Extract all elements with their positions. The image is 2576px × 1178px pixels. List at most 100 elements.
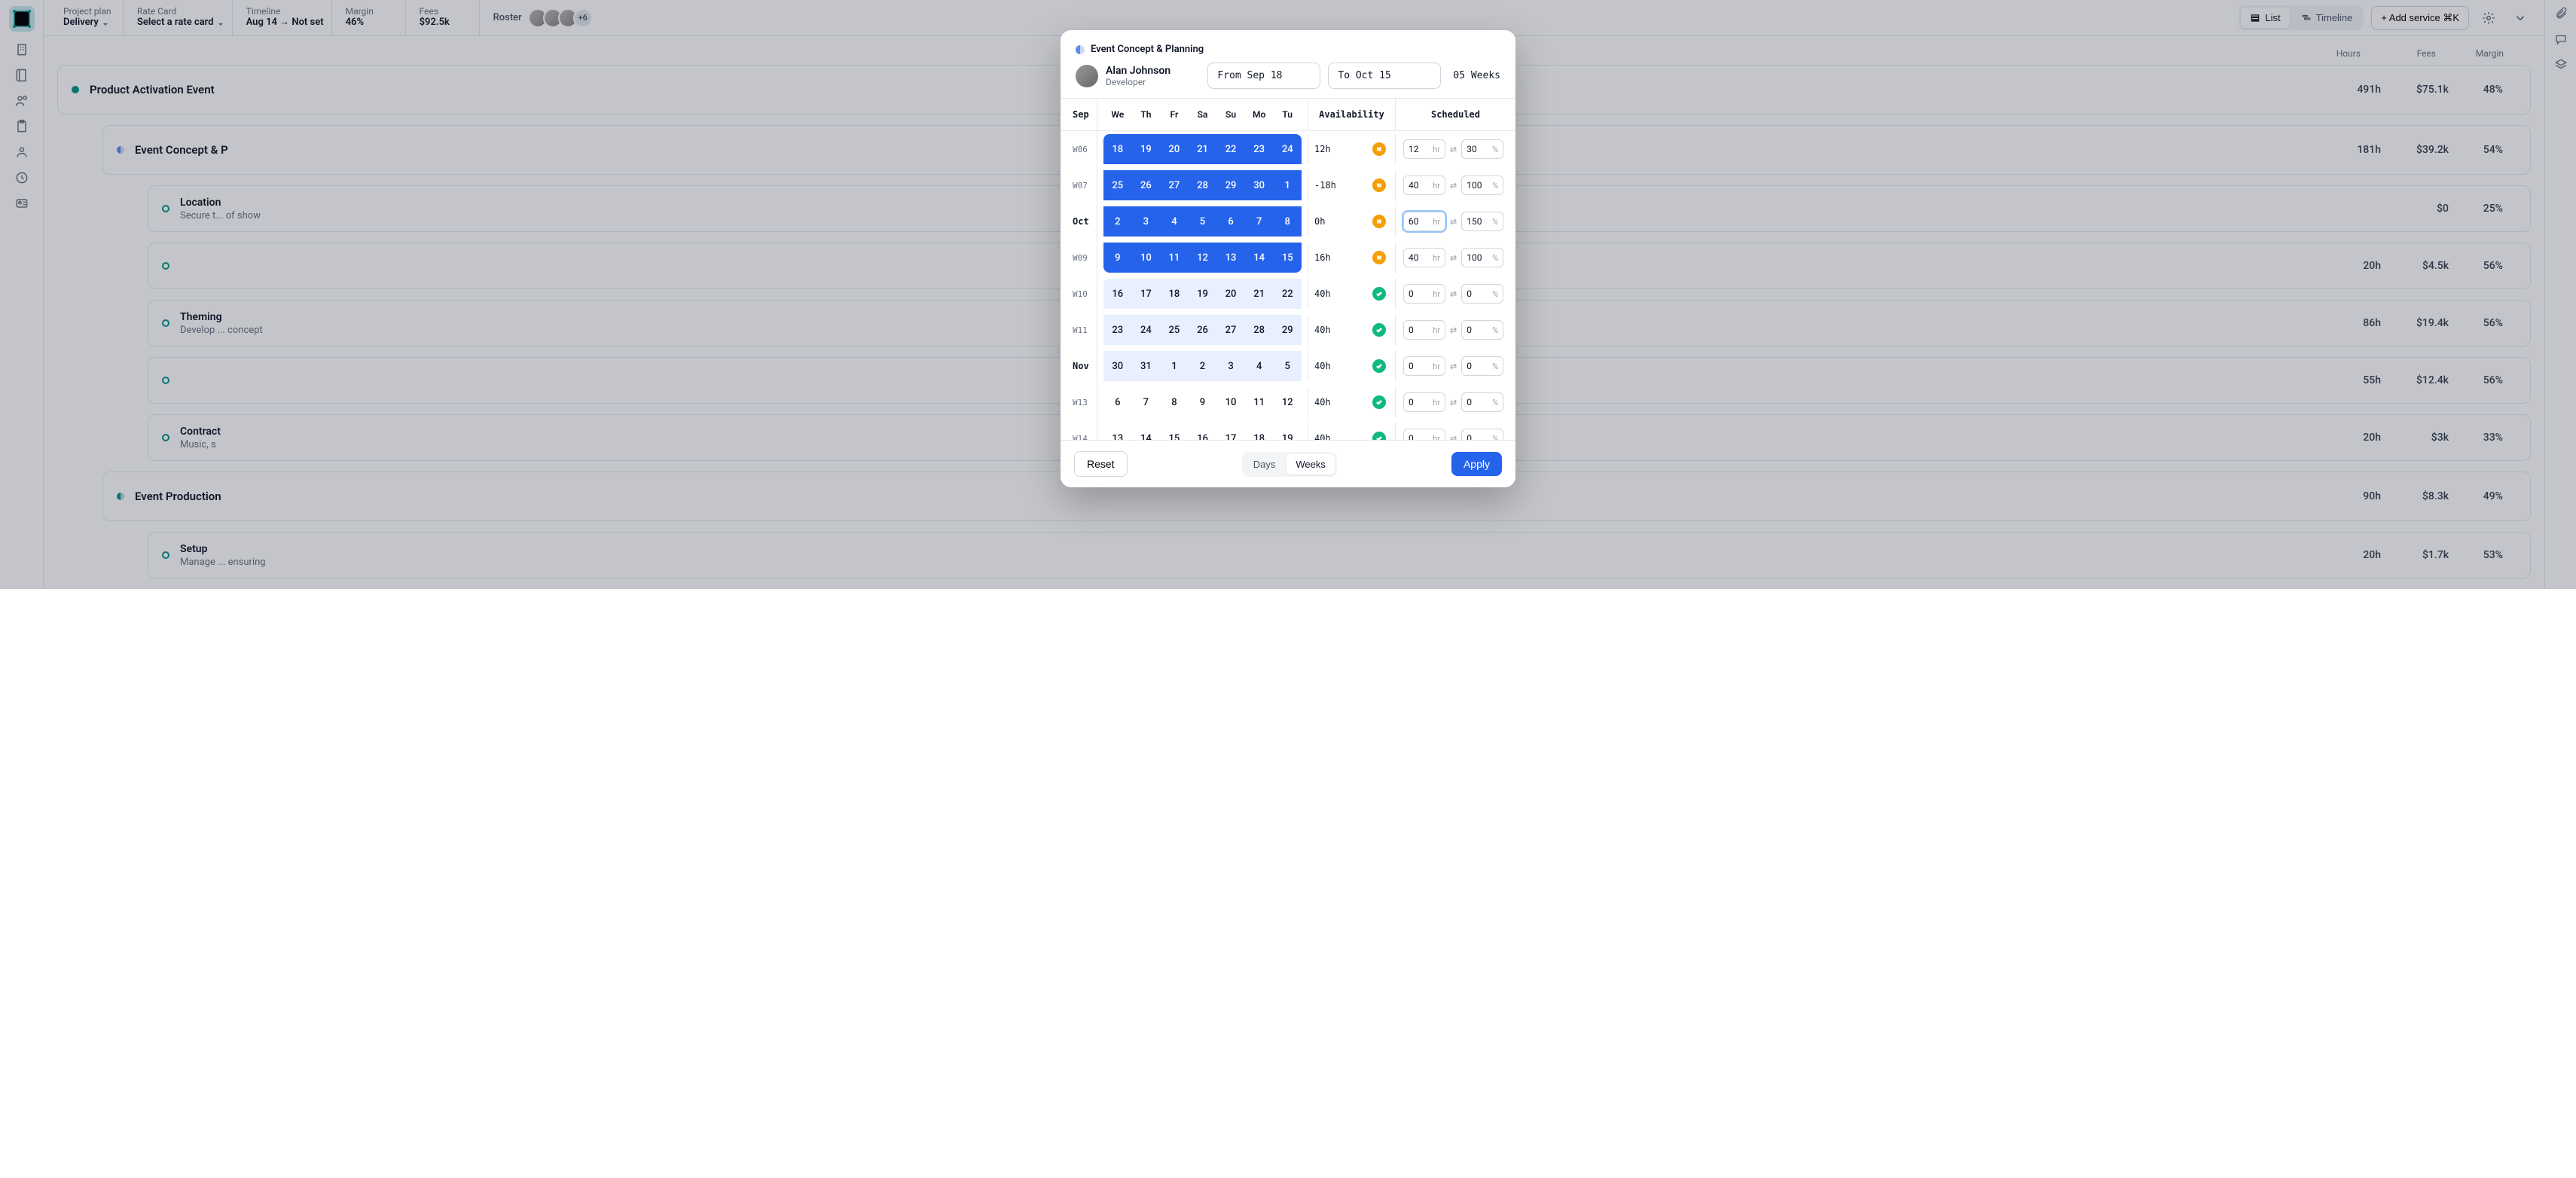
calendar-day[interactable]: 23 (1245, 134, 1274, 164)
swap-icon[interactable]: ⇄ (1450, 145, 1457, 154)
calendar-day[interactable]: 21 (1189, 134, 1217, 164)
calendar-day[interactable]: 16 (1189, 423, 1217, 440)
percent-input[interactable]: 0% (1461, 284, 1503, 304)
calendar-day[interactable]: 29 (1273, 315, 1302, 345)
swap-icon[interactable]: ⇄ (1450, 217, 1457, 227)
weeks-button[interactable]: Weeks (1286, 454, 1335, 475)
calendar-day[interactable]: 27 (1216, 315, 1245, 345)
calendar-day[interactable]: 26 (1132, 170, 1161, 200)
percent-input[interactable]: 0% (1461, 429, 1503, 440)
percent-input[interactable]: 150% (1461, 212, 1503, 231)
week-label: W13 (1073, 398, 1088, 407)
calendar-day[interactable]: 14 (1132, 423, 1161, 440)
swap-icon[interactable]: ⇄ (1450, 434, 1457, 441)
calendar-day[interactable]: 5 (1189, 206, 1217, 237)
calendar-day[interactable]: 31 (1132, 351, 1161, 381)
hours-input[interactable]: 40hr (1403, 175, 1445, 195)
from-date-input[interactable]: From Sep 18 (1207, 63, 1320, 89)
calendar-day[interactable]: 22 (1273, 279, 1302, 309)
calendar-day[interactable]: 24 (1273, 134, 1302, 164)
percent-input[interactable]: 100% (1461, 175, 1503, 195)
calendar-day[interactable]: 25 (1103, 170, 1132, 200)
swap-icon[interactable]: ⇄ (1450, 398, 1457, 407)
calendar-day[interactable]: 26 (1189, 315, 1217, 345)
percent-input[interactable]: 100% (1461, 248, 1503, 267)
calendar-day[interactable]: 20 (1160, 134, 1189, 164)
hours-input[interactable]: 40hr (1403, 248, 1445, 267)
calendar-day[interactable]: 2 (1103, 206, 1132, 237)
calendar-day[interactable]: 6 (1103, 387, 1132, 417)
modal-header: Event Concept & Planning Alan Johnson De… (1061, 30, 1515, 98)
hours-input[interactable]: 0hr (1403, 320, 1445, 340)
days-button[interactable]: Days (1244, 454, 1285, 475)
hours-input[interactable]: 60hr (1403, 212, 1445, 231)
calendar-day[interactable]: 21 (1245, 279, 1274, 309)
calendar-day[interactable]: 30 (1245, 170, 1274, 200)
calendar-day[interactable]: 3 (1216, 351, 1245, 381)
calendar-day[interactable]: 18 (1160, 279, 1189, 309)
calendar-day[interactable]: 6 (1216, 206, 1245, 237)
calendar-day[interactable]: 12 (1189, 243, 1217, 273)
reset-button[interactable]: Reset (1074, 451, 1128, 477)
calendar-day[interactable]: 1 (1273, 170, 1302, 200)
to-date-input[interactable]: To Oct 15 (1328, 63, 1441, 89)
calendar-day[interactable]: 7 (1132, 387, 1161, 417)
hours-input[interactable]: 0hr (1403, 284, 1445, 304)
calendar-day[interactable]: 29 (1216, 170, 1245, 200)
calendar-day[interactable]: 11 (1160, 243, 1189, 273)
calendar-day[interactable]: 17 (1216, 423, 1245, 440)
calendar-day[interactable]: 11 (1245, 387, 1274, 417)
calendar-day[interactable]: 9 (1103, 243, 1132, 273)
calendar-day[interactable]: 28 (1189, 170, 1217, 200)
calendar-day[interactable]: 23 (1103, 315, 1132, 345)
swap-icon[interactable]: ⇄ (1450, 181, 1457, 191)
hours-input[interactable]: 0hr (1403, 392, 1445, 412)
calendar-day[interactable]: 20 (1216, 279, 1245, 309)
swap-icon[interactable]: ⇄ (1450, 325, 1457, 335)
calendar-day[interactable]: 4 (1245, 351, 1274, 381)
calendar-day[interactable]: 12 (1273, 387, 1302, 417)
calendar-day[interactable]: 19 (1189, 279, 1217, 309)
hours-input[interactable]: 0hr (1403, 429, 1445, 440)
calendar-day[interactable]: 18 (1245, 423, 1274, 440)
swap-icon[interactable]: ⇄ (1450, 289, 1457, 299)
calendar-day[interactable]: 17 (1132, 279, 1161, 309)
calendar-day[interactable]: 7 (1245, 206, 1274, 237)
percent-input[interactable]: 0% (1461, 392, 1503, 412)
calendar-day[interactable]: 10 (1216, 387, 1245, 417)
calendar-day[interactable]: 25 (1160, 315, 1189, 345)
calendar-day[interactable]: 24 (1132, 315, 1161, 345)
swap-icon[interactable]: ⇄ (1450, 253, 1457, 263)
calendar-day[interactable]: 1 (1160, 351, 1189, 381)
calendar-day[interactable]: 15 (1273, 243, 1302, 273)
calendar-day[interactable]: 5 (1273, 351, 1302, 381)
calendar-day[interactable]: 8 (1160, 387, 1189, 417)
calendar-day[interactable]: 15 (1160, 423, 1189, 440)
apply-button[interactable]: Apply (1451, 452, 1502, 476)
calendar-day[interactable]: 22 (1216, 134, 1245, 164)
calendar-day[interactable]: 18 (1103, 134, 1132, 164)
calendar-day[interactable]: 9 (1189, 387, 1217, 417)
calendar-day[interactable]: 14 (1245, 243, 1274, 273)
calendar-day[interactable]: 13 (1103, 423, 1132, 440)
calendar-day[interactable]: 19 (1132, 134, 1161, 164)
calendar-day[interactable]: 2 (1189, 351, 1217, 381)
calendar-day[interactable]: 19 (1273, 423, 1302, 440)
calendar-day[interactable]: 3 (1132, 206, 1161, 237)
calendar-day[interactable]: 4 (1160, 206, 1189, 237)
swap-icon[interactable]: ⇄ (1450, 362, 1457, 371)
hours-input[interactable]: 0hr (1403, 356, 1445, 376)
availability-value: 12h (1314, 144, 1331, 154)
calendar-day[interactable]: 16 (1103, 279, 1132, 309)
calendar-day[interactable]: 10 (1132, 243, 1161, 273)
modal-body[interactable]: W061819202122232412h12hr⇄30%W07252627282… (1061, 131, 1515, 440)
hours-input[interactable]: 12hr (1403, 139, 1445, 159)
calendar-day[interactable]: 30 (1103, 351, 1132, 381)
percent-input[interactable]: 30% (1461, 139, 1503, 159)
calendar-day[interactable]: 8 (1273, 206, 1302, 237)
percent-input[interactable]: 0% (1461, 356, 1503, 376)
percent-input[interactable]: 0% (1461, 320, 1503, 340)
calendar-day[interactable]: 27 (1160, 170, 1189, 200)
calendar-day[interactable]: 28 (1245, 315, 1274, 345)
calendar-day[interactable]: 13 (1216, 243, 1245, 273)
